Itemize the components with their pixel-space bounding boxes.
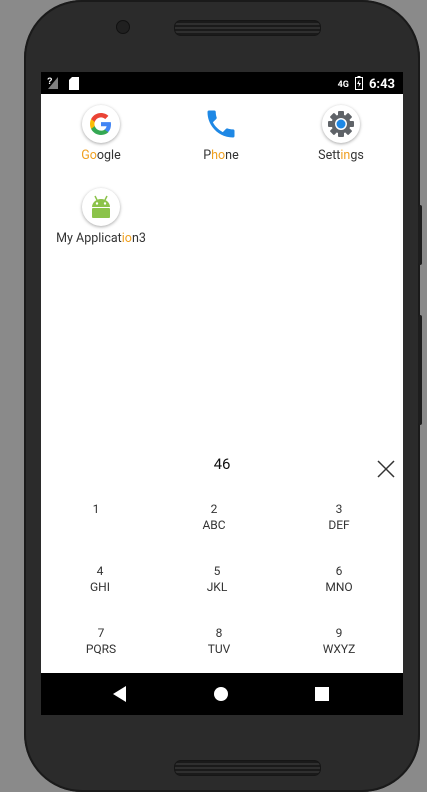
android-icon	[82, 188, 120, 226]
search-query[interactable]: 46	[41, 455, 403, 473]
key-letters: ABC	[202, 518, 226, 532]
sim-card-icon	[69, 75, 79, 94]
app-label: Settings	[286, 148, 396, 163]
app-my-application3[interactable]: My Application3	[46, 188, 156, 246]
dialpad-key-2[interactable]: 2 ABC	[164, 502, 264, 532]
no-signal-icon: ?	[47, 75, 59, 94]
app-google[interactable]: Google	[46, 105, 156, 163]
back-icon[interactable]	[109, 683, 131, 705]
key-number: 5	[213, 564, 221, 578]
phone-icon	[202, 105, 240, 143]
key-number: 4	[96, 564, 104, 578]
key-number: 7	[97, 626, 105, 640]
status-bar: ? 4G 6:43	[41, 72, 403, 94]
bottom-speaker	[174, 760, 321, 776]
dialpad-key-5[interactable]: 5 JKL	[167, 564, 267, 594]
dialpad-key-7[interactable]: 7 PQRS	[51, 626, 151, 656]
label-part: n3	[131, 231, 146, 246]
key-letters: JKL	[206, 580, 228, 594]
navigation-bar	[41, 673, 403, 715]
dialpad-key-4[interactable]: 4 GHI	[50, 564, 150, 594]
settings-gear-icon	[322, 105, 360, 143]
label-part: gs	[350, 148, 364, 163]
label-match: ho	[211, 148, 226, 163]
key-number: 3	[335, 502, 343, 516]
key-letters: TUV	[207, 642, 231, 656]
dialpad-key-3[interactable]: 3 DEF	[289, 502, 389, 532]
home-icon[interactable]	[210, 683, 232, 705]
top-speaker	[174, 20, 321, 36]
key-number: 6	[335, 564, 343, 578]
network-type: 4G	[337, 79, 349, 90]
google-icon	[82, 105, 120, 143]
app-label: Google	[46, 148, 156, 163]
svg-text:?: ?	[47, 76, 53, 86]
dialpad-key-1[interactable]: 1	[46, 502, 146, 518]
label-match: in	[340, 148, 351, 163]
label-part: Sett	[318, 148, 341, 163]
label-part: ogle	[96, 148, 121, 163]
close-icon[interactable]	[375, 458, 397, 480]
side-button	[418, 205, 422, 265]
key-letters: PQRS	[85, 642, 117, 656]
key-number: 8	[215, 626, 223, 640]
label-part: My Applicat	[56, 231, 122, 246]
app-phone[interactable]: Phone	[166, 105, 276, 163]
dialpad-key-8[interactable]: 8 TUV	[169, 626, 269, 656]
key-letters: WXYZ	[322, 642, 356, 656]
app-label: Phone	[166, 148, 276, 163]
key-number: 1	[92, 502, 100, 516]
clock: 6:43	[368, 77, 395, 92]
key-letters: GHI	[90, 580, 110, 594]
key-number: 2	[210, 502, 218, 516]
label-part: ne	[225, 148, 239, 163]
front-camera	[116, 20, 130, 34]
app-label: My Application3	[46, 231, 156, 246]
dialpad-key-9[interactable]: 9 WXYZ	[289, 626, 389, 656]
screen: ? 4G 6:43 Google Phone Settings My Appli…	[41, 72, 403, 715]
key-number: 9	[335, 626, 343, 640]
volume-button	[418, 315, 422, 425]
label-match: io	[121, 231, 132, 246]
label-match: Go	[81, 148, 97, 163]
key-letters: DEF	[328, 518, 350, 532]
key-letters: MNO	[325, 580, 353, 594]
battery-charging-icon	[354, 75, 363, 94]
label-part: P	[203, 148, 212, 163]
dialpad-key-6[interactable]: 6 MNO	[289, 564, 389, 594]
recents-icon[interactable]	[311, 683, 333, 705]
app-settings[interactable]: Settings	[286, 105, 396, 163]
